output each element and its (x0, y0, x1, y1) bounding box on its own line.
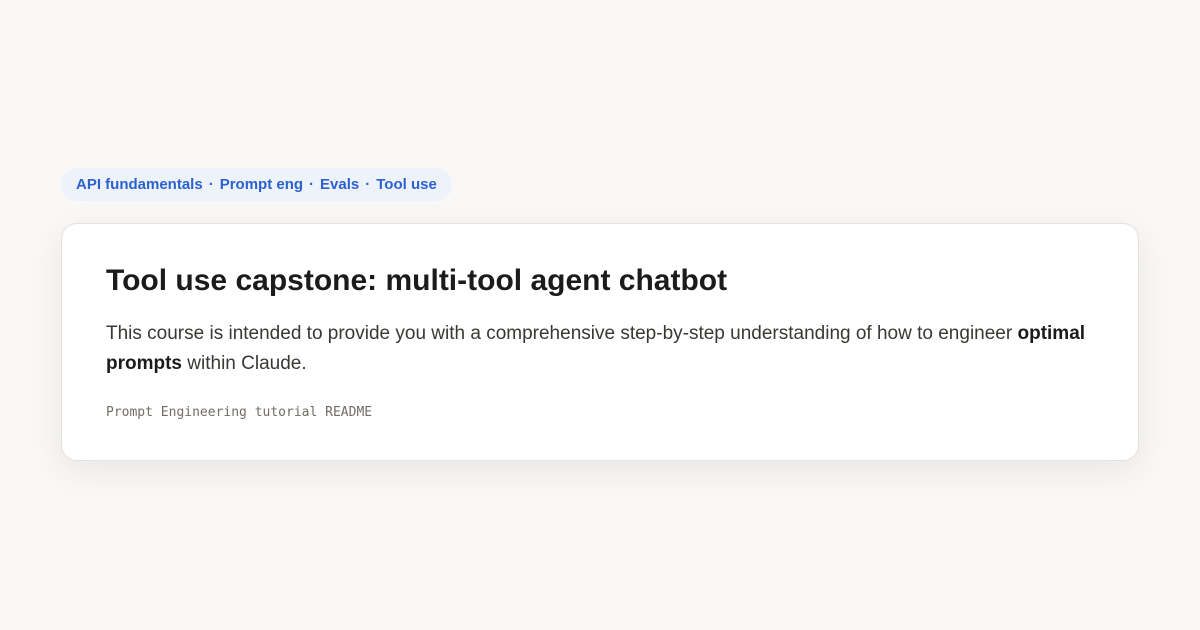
card-title: Tool use capstone: multi-tool agent chat… (106, 264, 728, 297)
topic-tags-pill: API fundamentals · Prompt eng · Evals · … (61, 168, 452, 201)
tag-api-fundamentals[interactable]: API fundamentals (76, 176, 203, 193)
tag-separator: · (365, 176, 371, 193)
tag-evals[interactable]: Evals (320, 176, 359, 193)
tag-separator: · (208, 176, 214, 193)
content-card: Tool use capstone: multi-tool agent chat… (61, 223, 1139, 461)
card-description: This course is intended to provide you w… (106, 319, 1096, 379)
tag-separator: · (309, 176, 315, 193)
card-source-label: Prompt Engineering tutorial README (106, 405, 373, 420)
description-text-end: within Claude. (182, 353, 307, 374)
tag-tool-use[interactable]: Tool use (376, 176, 437, 193)
description-text-start: This course is intended to provide you w… (106, 323, 1018, 344)
tag-prompt-eng[interactable]: Prompt eng (220, 176, 303, 193)
